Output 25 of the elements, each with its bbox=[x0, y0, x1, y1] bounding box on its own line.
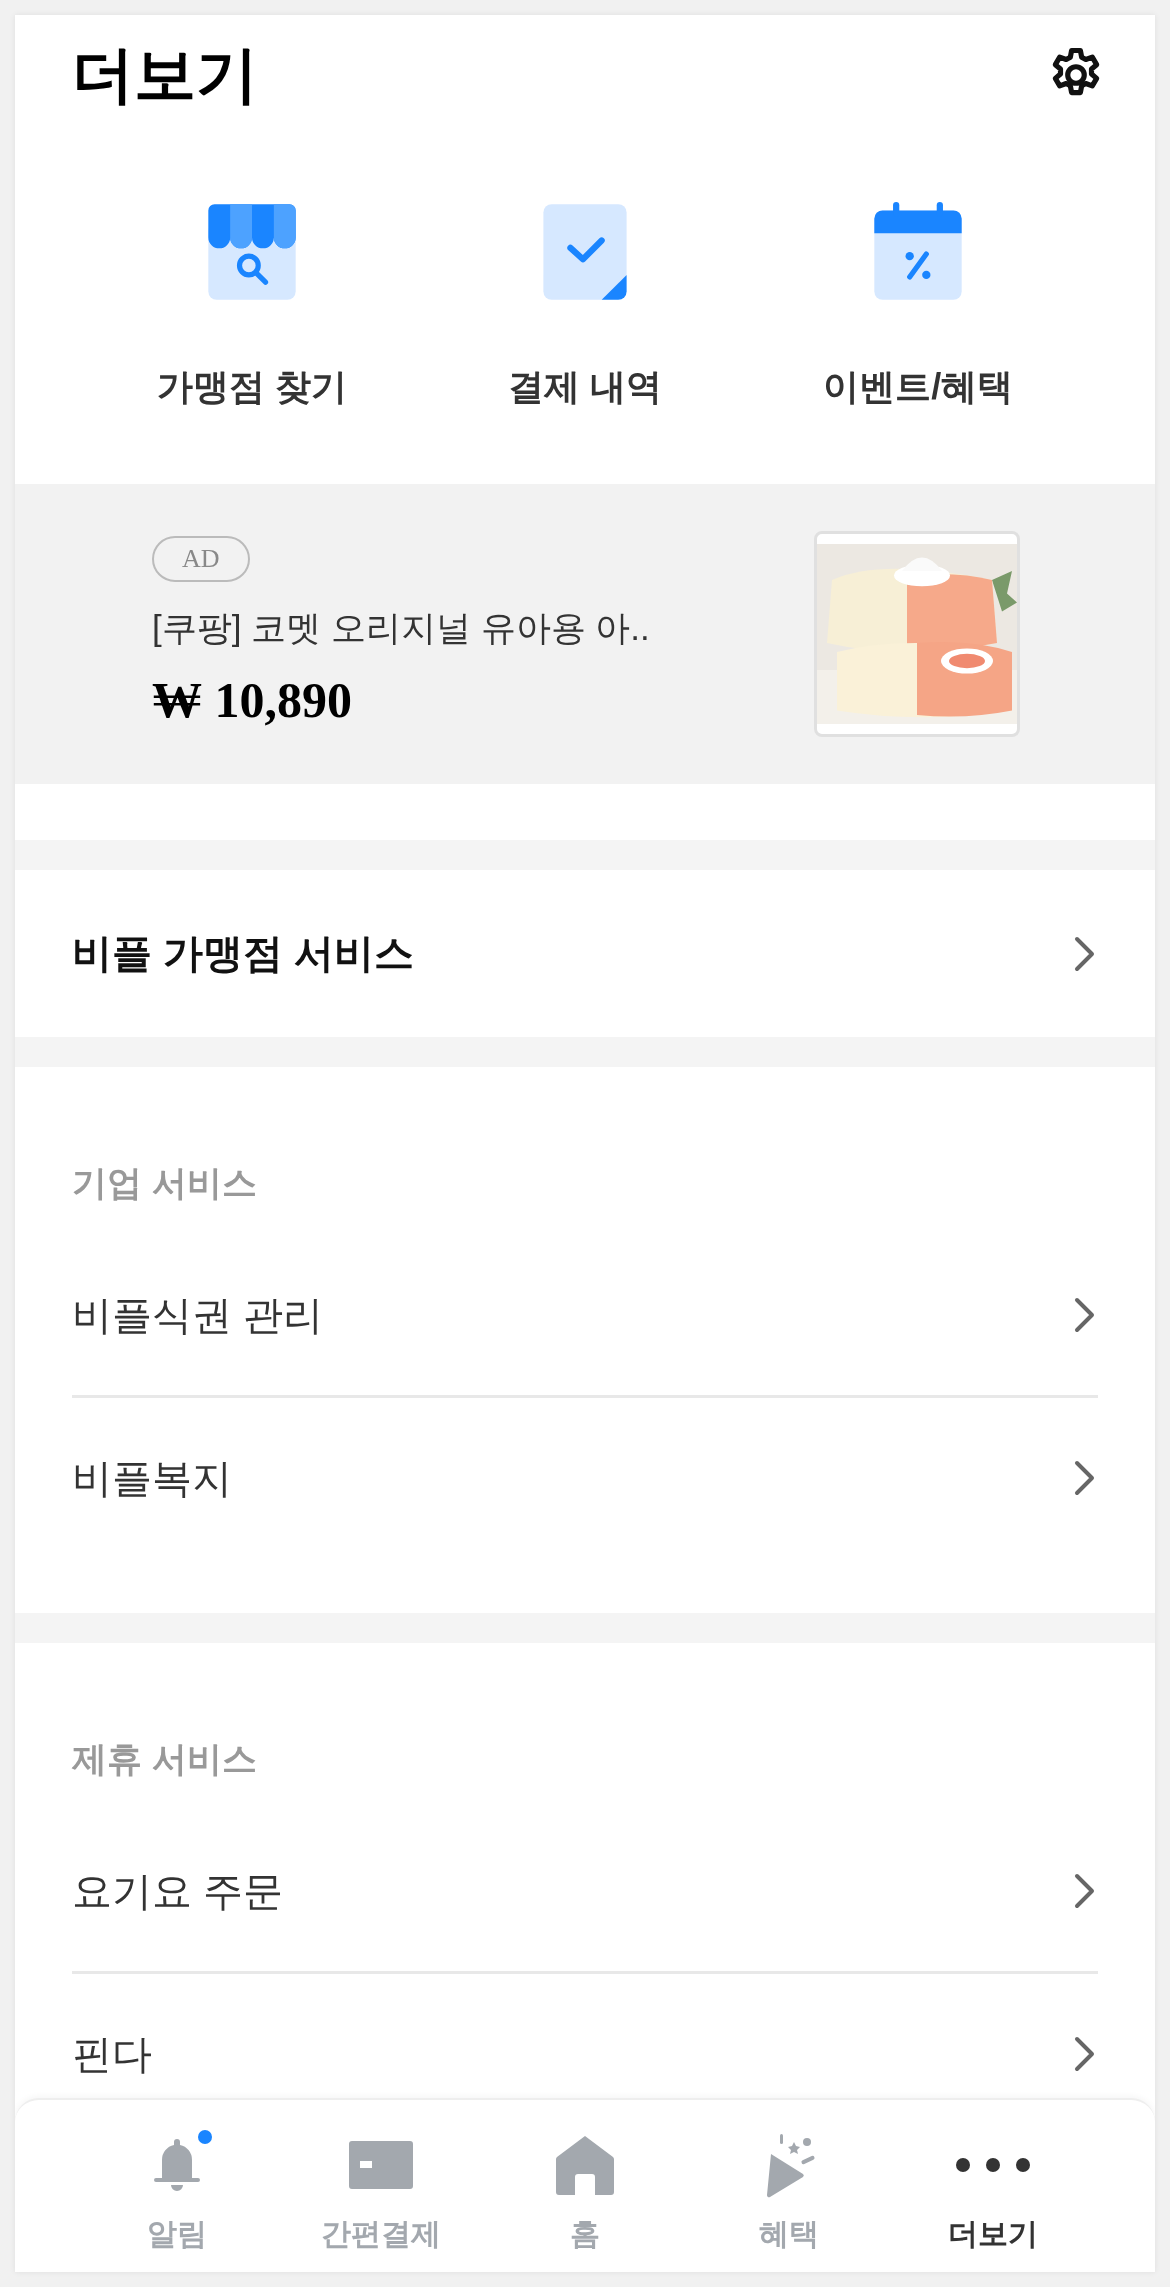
ad-badge: AD bbox=[152, 536, 250, 582]
chevron-right-icon bbox=[1073, 1297, 1097, 1333]
page-title: 더보기 bbox=[72, 38, 258, 111]
menu-item[interactable]: 핀다 bbox=[72, 2026, 152, 2082]
nav-tab[interactable]: 더보기 bbox=[891, 2100, 1095, 2272]
more-icon bbox=[955, 2157, 1031, 2173]
chevron-right-icon bbox=[1073, 1460, 1097, 1496]
card-icon bbox=[348, 2139, 414, 2191]
menu-item[interactable]: 비플복지 bbox=[72, 1450, 232, 1506]
menu-item[interactable]: 요기요 주문 bbox=[72, 1863, 284, 1919]
chevron-right-icon bbox=[1073, 935, 1097, 972]
section-title: 제휴 서비스 bbox=[72, 1739, 257, 1778]
shortcut-label[interactable]: 이벤트/혜택 bbox=[823, 362, 1014, 412]
menu-item[interactable]: 비플식권 관리 bbox=[72, 1287, 324, 1343]
menu-item[interactable]: 비플 가맹점 서비스 bbox=[72, 926, 415, 981]
ad-banner[interactable]: AD [쿠팡] 코멧 오리지널 유아용 아.. ₩ 10,890 bbox=[15, 484, 1155, 784]
chevron-right-icon bbox=[1073, 2036, 1097, 2072]
chevron-right-icon bbox=[1073, 1873, 1097, 1909]
bell-icon bbox=[152, 2137, 202, 2193]
home-icon bbox=[554, 2134, 616, 2196]
ad-title: [쿠팡] 코멧 오리지널 유아용 아.. bbox=[152, 607, 650, 649]
section-title: 기업 서비스 bbox=[72, 1163, 257, 1202]
ad-price: ₩ 10,890 bbox=[152, 671, 352, 730]
shortcut-label[interactable]: 가맹점 찾기 bbox=[156, 362, 347, 412]
shortcut-label[interactable]: 결제 내역 bbox=[508, 362, 662, 412]
